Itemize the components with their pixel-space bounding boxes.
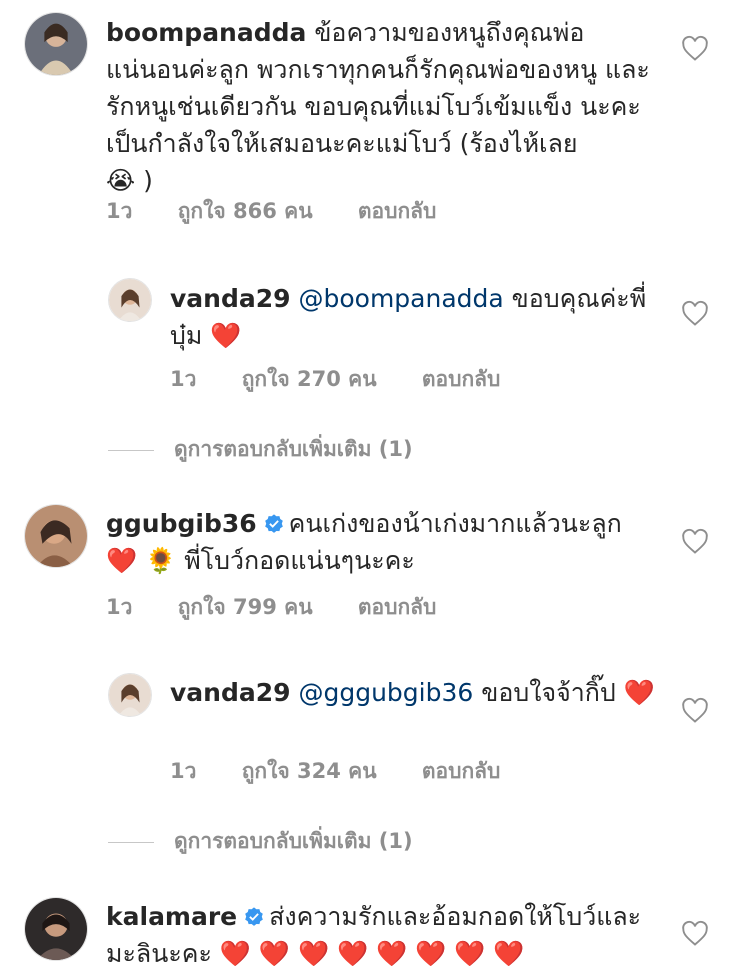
avatar[interactable]: [108, 278, 152, 322]
avatar-image: [109, 674, 151, 716]
divider: [108, 841, 154, 843]
reply-likes[interactable]: ถูกใจ 324 คน: [242, 759, 377, 783]
comment-meta: 1ว ถูกใจ 799 คน ตอบกลับ: [106, 591, 474, 624]
reply-body: vanda29 @gggubgib36 ขอบใจจ้ากิ๊ป ❤️: [170, 674, 660, 711]
reply-username[interactable]: vanda29: [170, 678, 291, 707]
reply-meta: 1ว ถูกใจ 270 คน ตอบกลับ: [170, 363, 538, 396]
reply-meta: 1ว ถูกใจ 324 คน ตอบกลับ: [170, 755, 538, 788]
avatar-image: [25, 898, 87, 960]
avatar-image: [109, 279, 151, 321]
crying-emoji-icon: 😭: [106, 166, 136, 195]
heart-outline-icon[interactable]: [681, 300, 709, 328]
heart-emoji-icon: ❤️ ❤️ ❤️ ❤️ ❤️ ❤️ ❤️ ❤️: [219, 939, 525, 968]
comment-likes[interactable]: ถูกใจ 799 คน: [178, 595, 313, 619]
reply-time: 1ว: [170, 759, 197, 783]
view-more-replies[interactable]: ดูการตอบกลับเพิ่มเติม (1): [108, 825, 413, 858]
reply-button[interactable]: ตอบกลับ: [358, 199, 437, 223]
avatar[interactable]: [24, 504, 88, 568]
view-more-label: ดูการตอบกลับเพิ่มเติม (1): [174, 437, 413, 461]
reply-button[interactable]: ตอบกลับ: [422, 367, 501, 391]
comment-text: คนเก่งของน้าเก่งมากแล้วนะลูก: [288, 509, 622, 538]
divider: [108, 449, 154, 451]
comment-text-2: พี่โบว์กอดแน่นๆนะคะ: [184, 546, 415, 575]
comment-meta: 1ว ถูกใจ 866 คน ตอบกลับ: [106, 195, 474, 228]
reply-body: vanda29 @boompanadda ขอบคุณค่ะพี่บุ๋ม ❤️: [170, 280, 660, 354]
heart-outline-icon[interactable]: [681, 697, 709, 725]
view-more-label: ดูการตอบกลับเพิ่มเติม (1): [174, 829, 413, 853]
heart-emoji-icon: ❤️: [210, 321, 242, 350]
reply-button[interactable]: ตอบกลับ: [422, 759, 501, 783]
reply-text: ขอบใจจ้ากิ๊ป: [481, 678, 616, 707]
comment-body: boompanadda ข้อความของหนูถึงคุณพ่อ แน่นอ…: [106, 14, 666, 199]
view-more-replies[interactable]: ดูการตอบกลับเพิ่มเติม (1): [108, 433, 413, 466]
comment-likes[interactable]: ถูกใจ 866 คน: [178, 199, 313, 223]
reply-mention[interactable]: @boompanadda: [298, 284, 503, 313]
avatar[interactable]: [108, 673, 152, 717]
comment-body: kalamare ส่งความรักและอ้อมกอดให้โบว์และมะ…: [106, 898, 666, 972]
reply-mention[interactable]: @gggubgib36: [298, 678, 473, 707]
reply-time: 1ว: [170, 367, 197, 391]
comment-time: 1ว: [106, 199, 133, 223]
reply-likes[interactable]: ถูกใจ 270 คน: [242, 367, 377, 391]
comments-thread: boompanadda ข้อความของหนูถึงคุณพ่อ แน่นอ…: [0, 0, 750, 976]
avatar-image: [25, 13, 87, 75]
comment-body: ggubgib36 คนเก่งของน้าเก่งมากแล้วนะลูก ❤️…: [106, 505, 666, 579]
comment-username[interactable]: kalamare: [106, 902, 237, 931]
heart-outline-icon[interactable]: [681, 920, 709, 948]
heart-emoji-icon: ❤️: [106, 546, 138, 575]
heart-outline-icon[interactable]: [681, 35, 709, 63]
sunflower-emoji-icon: 🌻: [145, 546, 177, 575]
comment-text-end: ): [143, 166, 153, 195]
avatar[interactable]: [24, 12, 88, 76]
comment-time: 1ว: [106, 595, 133, 619]
avatar-image: [25, 505, 87, 567]
comment-username[interactable]: boompanadda: [106, 18, 306, 47]
heart-outline-icon[interactable]: [681, 528, 709, 556]
verified-badge-icon: [245, 907, 263, 926]
verified-badge-icon: [264, 514, 283, 533]
comment-username[interactable]: ggubgib36: [106, 509, 257, 538]
reply-button[interactable]: ตอบกลับ: [358, 595, 437, 619]
reply-username[interactable]: vanda29: [170, 284, 291, 313]
avatar[interactable]: [24, 897, 88, 961]
heart-emoji-icon: ❤️: [623, 678, 655, 707]
